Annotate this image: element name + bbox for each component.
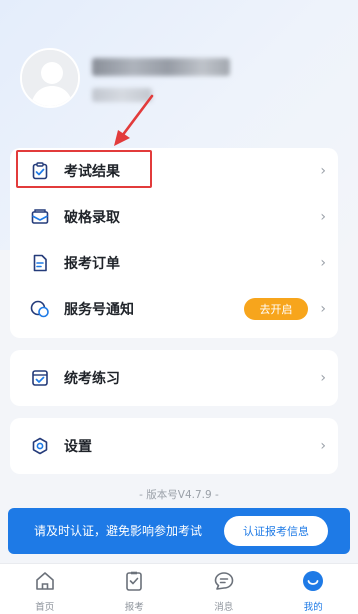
tab-label: 报考 (124, 602, 144, 613)
version-label: - 版本号V4.7.9 - (139, 489, 219, 501)
menu-item-label: 统考练习 (64, 371, 120, 387)
username-blurred (92, 58, 230, 76)
chevron-right-icon: › (320, 255, 326, 271)
chevron-right-icon: › (320, 301, 326, 317)
avatar[interactable] (20, 48, 80, 108)
exam-icon (123, 570, 145, 596)
tab-label: 首页 (35, 602, 55, 613)
menu-item-exam-orders[interactable]: 报考订单 › (10, 240, 338, 286)
verification-banner: 请及时认证，避免影响参加考试 认证报考信息 (8, 508, 350, 554)
verify-registration-button[interactable]: 认证报考信息 (224, 516, 328, 546)
tab-messages[interactable]: 消息 (179, 564, 269, 614)
settings-icon (30, 436, 50, 456)
enable-notification-button[interactable]: 去开启 (244, 298, 308, 320)
message-icon (213, 570, 235, 596)
tab-exam[interactable]: 报考 (90, 564, 180, 614)
profile-icon (302, 570, 324, 596)
menu-card-primary: 考试结果 › 破格录取 › 报考订单 › 服务号通知 去开启 › (10, 148, 338, 338)
tab-label: 消息 (214, 602, 234, 613)
chevron-right-icon: › (320, 370, 326, 386)
tab-profile[interactable]: 我的 (269, 564, 358, 614)
menu-item-settings[interactable]: 设置 › (10, 418, 338, 474)
envelope-icon (30, 207, 50, 227)
menu-item-service-notification[interactable]: 服务号通知 去开启 › (10, 286, 338, 332)
menu-item-label: 服务号通知 (64, 302, 134, 318)
menu-item-exam-results[interactable]: 考试结果 › (10, 148, 338, 194)
clipboard-check-icon (30, 161, 50, 181)
menu-item-label: 破格录取 (64, 210, 120, 226)
checkbox-icon (30, 368, 50, 388)
menu-item-label: 设置 (64, 439, 92, 455)
tab-label: 我的 (303, 602, 323, 613)
menu-item-label: 考试结果 (64, 164, 120, 180)
home-icon (34, 570, 56, 596)
annotation-arrow-icon (114, 94, 154, 146)
chevron-right-icon: › (320, 209, 326, 225)
chat-bubbles-icon (30, 299, 50, 319)
banner-text: 请及时认证，避免影响参加考试 (34, 524, 203, 538)
menu-item-label: 报考订单 (64, 256, 120, 272)
tab-home[interactable]: 首页 (0, 564, 90, 614)
profile-header[interactable] (20, 48, 340, 112)
bottom-tab-bar: 首页 报考 消息 我的 (0, 563, 358, 614)
menu-item-exceptional-admission[interactable]: 破格录取 › (10, 194, 338, 240)
document-icon (30, 253, 50, 273)
menu-card-practice: 统考练习 › (10, 350, 338, 406)
menu-card-settings: 设置 › (10, 418, 338, 474)
chevron-right-icon: › (320, 438, 326, 454)
menu-item-unified-exam-practice[interactable]: 统考练习 › (10, 350, 338, 406)
chevron-right-icon: › (320, 163, 326, 179)
